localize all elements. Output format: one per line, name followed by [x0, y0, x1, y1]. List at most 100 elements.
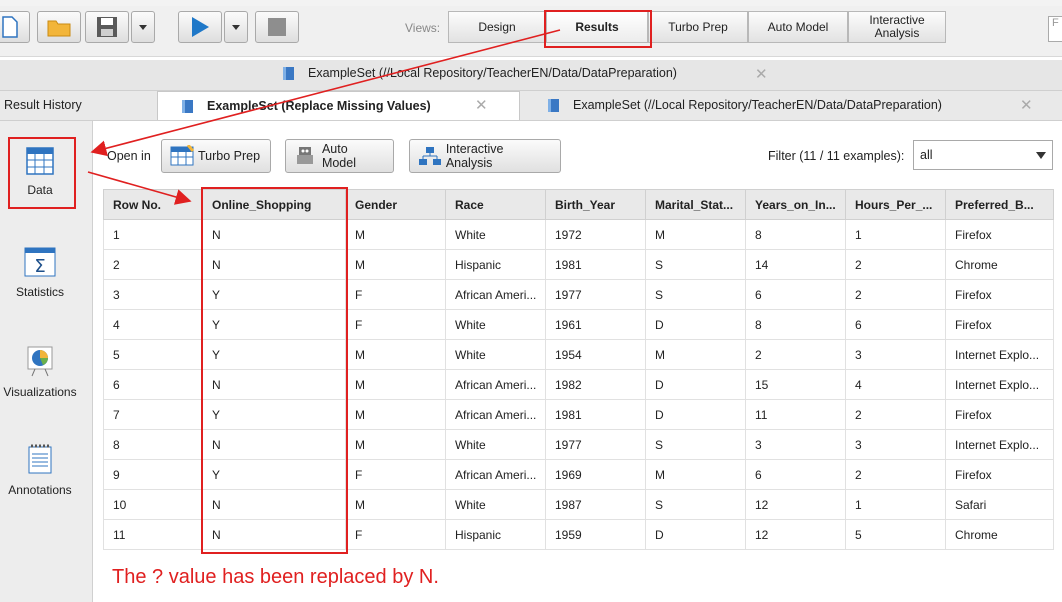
- view-tab-results[interactable]: Results: [546, 11, 648, 43]
- table-cell: White: [445, 429, 546, 460]
- column-header-row-no[interactable]: Row No.: [103, 189, 203, 220]
- table-row[interactable]: 5 Y M White 1954 M 2 3 Internet Explo...: [103, 339, 1054, 370]
- table-cell: 8: [103, 429, 203, 460]
- open-auto-model-button[interactable]: Auto Model: [285, 139, 394, 173]
- table-cell: S: [645, 249, 746, 280]
- table-row[interactable]: 7 Y M African Ameri... 1981 D 11 2 Firefox: [103, 399, 1054, 430]
- stop-button[interactable]: [255, 11, 299, 43]
- new-process-button[interactable]: [0, 11, 30, 43]
- table-cell: 4: [845, 369, 946, 400]
- close-icon[interactable]: ✕: [1020, 96, 1033, 114]
- table-cell: D: [645, 309, 746, 340]
- notepad-icon: [28, 444, 52, 474]
- close-icon[interactable]: ✕: [755, 65, 768, 83]
- table-row[interactable]: 8 N M White 1977 S 3 3 Internet Explo...: [103, 429, 1054, 460]
- column-header-years-on-internet[interactable]: Years_on_In...: [745, 189, 846, 220]
- table-cell: 1982: [545, 369, 646, 400]
- table-row[interactable]: 1 N M White 1972 M 8 1 Firefox: [103, 219, 1054, 250]
- table-cell: 1: [845, 489, 946, 520]
- tab-exampleset-datapreparation[interactable]: ExampleSet (//Local Repository/TeacherEN…: [548, 98, 942, 112]
- tab-exampleset-replace-missing-values[interactable]: ExampleSet (Replace Missing Values): [157, 91, 520, 120]
- table-cell: Internet Explo...: [945, 339, 1054, 370]
- filter-label: Filter (11 / 11 examples):: [768, 149, 905, 163]
- open-button[interactable]: [37, 11, 81, 43]
- column-header-birth-year[interactable]: Birth_Year: [545, 189, 646, 220]
- table-cell: F: [345, 279, 446, 310]
- open-in-label: Open in: [107, 149, 151, 163]
- tab-label: ExampleSet (//Local Repository/TeacherEN…: [308, 66, 677, 80]
- run-button[interactable]: [178, 11, 222, 43]
- table-row[interactable]: 9 Y F African Ameri... 1969 M 6 2 Firefox: [103, 459, 1054, 490]
- open-interactive-analysis-button[interactable]: Interactive Analysis: [409, 139, 561, 173]
- table-cell: N: [202, 489, 346, 520]
- table-cell: 11: [103, 519, 203, 550]
- button-label: Auto Model: [321, 142, 356, 170]
- open-turbo-prep-button[interactable]: Turbo Prep: [161, 139, 271, 173]
- table-cell: African Ameri...: [445, 399, 546, 430]
- table-cell: 4: [103, 309, 203, 340]
- save-button[interactable]: [85, 11, 129, 43]
- sidebar-item-statistics[interactable]: Σ Statistics: [0, 247, 80, 299]
- column-header-hours-per-day[interactable]: Hours_Per_...: [845, 189, 946, 220]
- search-input[interactable]: F: [1048, 16, 1062, 42]
- table-cell: M: [645, 339, 746, 370]
- table-cell: M: [345, 489, 446, 520]
- column-header-preferred-browser[interactable]: Preferred_B...: [945, 189, 1054, 220]
- dataset-icon: [548, 98, 559, 112]
- stop-icon: [268, 18, 286, 36]
- table-row[interactable]: 3 Y F African Ameri... 1977 S 6 2 Firefox: [103, 279, 1054, 310]
- sidebar-item-label: Visualizations: [3, 385, 77, 399]
- table-cell: 2: [845, 459, 946, 490]
- table-cell: 10: [103, 489, 203, 520]
- sidebar-item-label: Annotations: [8, 483, 72, 497]
- column-header-gender[interactable]: Gender: [345, 189, 446, 220]
- table-row[interactable]: 10 N M White 1987 S 12 1 Safari: [103, 489, 1054, 520]
- sidebar-item-data[interactable]: Data: [0, 147, 80, 197]
- save-dropdown-button[interactable]: [131, 11, 155, 43]
- table-icon: [26, 147, 54, 175]
- sidebar-item-label: Statistics: [15, 285, 64, 299]
- column-header-online-shopping[interactable]: Online_Shopping: [202, 189, 346, 220]
- view-tab-design[interactable]: Design: [448, 11, 546, 43]
- table-row[interactable]: 4 Y F White 1961 D 8 6 Firefox: [103, 309, 1054, 340]
- filter-value: all: [920, 148, 933, 162]
- table-cell: Internet Explo...: [945, 369, 1054, 400]
- filter-select[interactable]: all: [913, 140, 1053, 170]
- table-cell: S: [645, 489, 746, 520]
- table-cell: 1977: [545, 279, 646, 310]
- table-cell: N: [202, 369, 346, 400]
- table-cell: F: [345, 519, 446, 550]
- close-icon[interactable]: ✕: [475, 96, 488, 114]
- column-header-race[interactable]: Race: [445, 189, 546, 220]
- table-cell: 1981: [545, 249, 646, 280]
- folder-icon: [47, 20, 71, 37]
- run-dropdown-button[interactable]: [224, 11, 248, 43]
- play-icon: [192, 17, 209, 37]
- table-cell: 1: [845, 219, 946, 250]
- result-history-tab[interactable]: Result History: [4, 98, 82, 112]
- tab-exampleset-datapreparation-top[interactable]: ExampleSet (//Local Repository/TeacherEN…: [283, 66, 677, 80]
- table-cell: 3: [845, 429, 946, 460]
- view-tab-interactive-analysis[interactable]: Interactive Analysis: [848, 11, 946, 43]
- hierarchy-icon: [419, 147, 441, 165]
- turbo-prep-icon: [170, 145, 194, 166]
- table-row[interactable]: 2 N M Hispanic 1981 S 14 2 Chrome: [103, 249, 1054, 280]
- tab-label: ExampleSet (//Local Repository/TeacherEN…: [573, 98, 942, 112]
- table-header-row: Row No. Online_Shopping Gender Race Birt…: [103, 189, 1054, 220]
- sidebar-item-label: Data: [27, 183, 53, 197]
- chevron-down-icon: [139, 24, 147, 30]
- view-tab-auto-model[interactable]: Auto Model: [748, 11, 848, 43]
- table-cell: 2: [103, 249, 203, 280]
- table-cell: S: [645, 429, 746, 460]
- table-row[interactable]: 6 N M African Ameri... 1982 D 15 4 Internet Expl…: [103, 369, 1054, 400]
- table-cell: 6: [745, 459, 846, 490]
- view-tab-turbo-prep[interactable]: Turbo Prep: [648, 11, 748, 43]
- column-header-marital-status[interactable]: Marital_Stat...: [645, 189, 746, 220]
- table-cell: 1977: [545, 429, 646, 460]
- table-cell: N: [202, 249, 346, 280]
- sidebar-item-annotations[interactable]: Annotations: [0, 443, 80, 497]
- table-row[interactable]: 11 N F Hispanic 1959 D 12 5 Chrome: [103, 519, 1054, 550]
- dropdown-arrow-icon: [1036, 152, 1046, 159]
- table-cell: M: [345, 249, 446, 280]
- sidebar-item-visualizations[interactable]: Visualizations: [0, 345, 80, 399]
